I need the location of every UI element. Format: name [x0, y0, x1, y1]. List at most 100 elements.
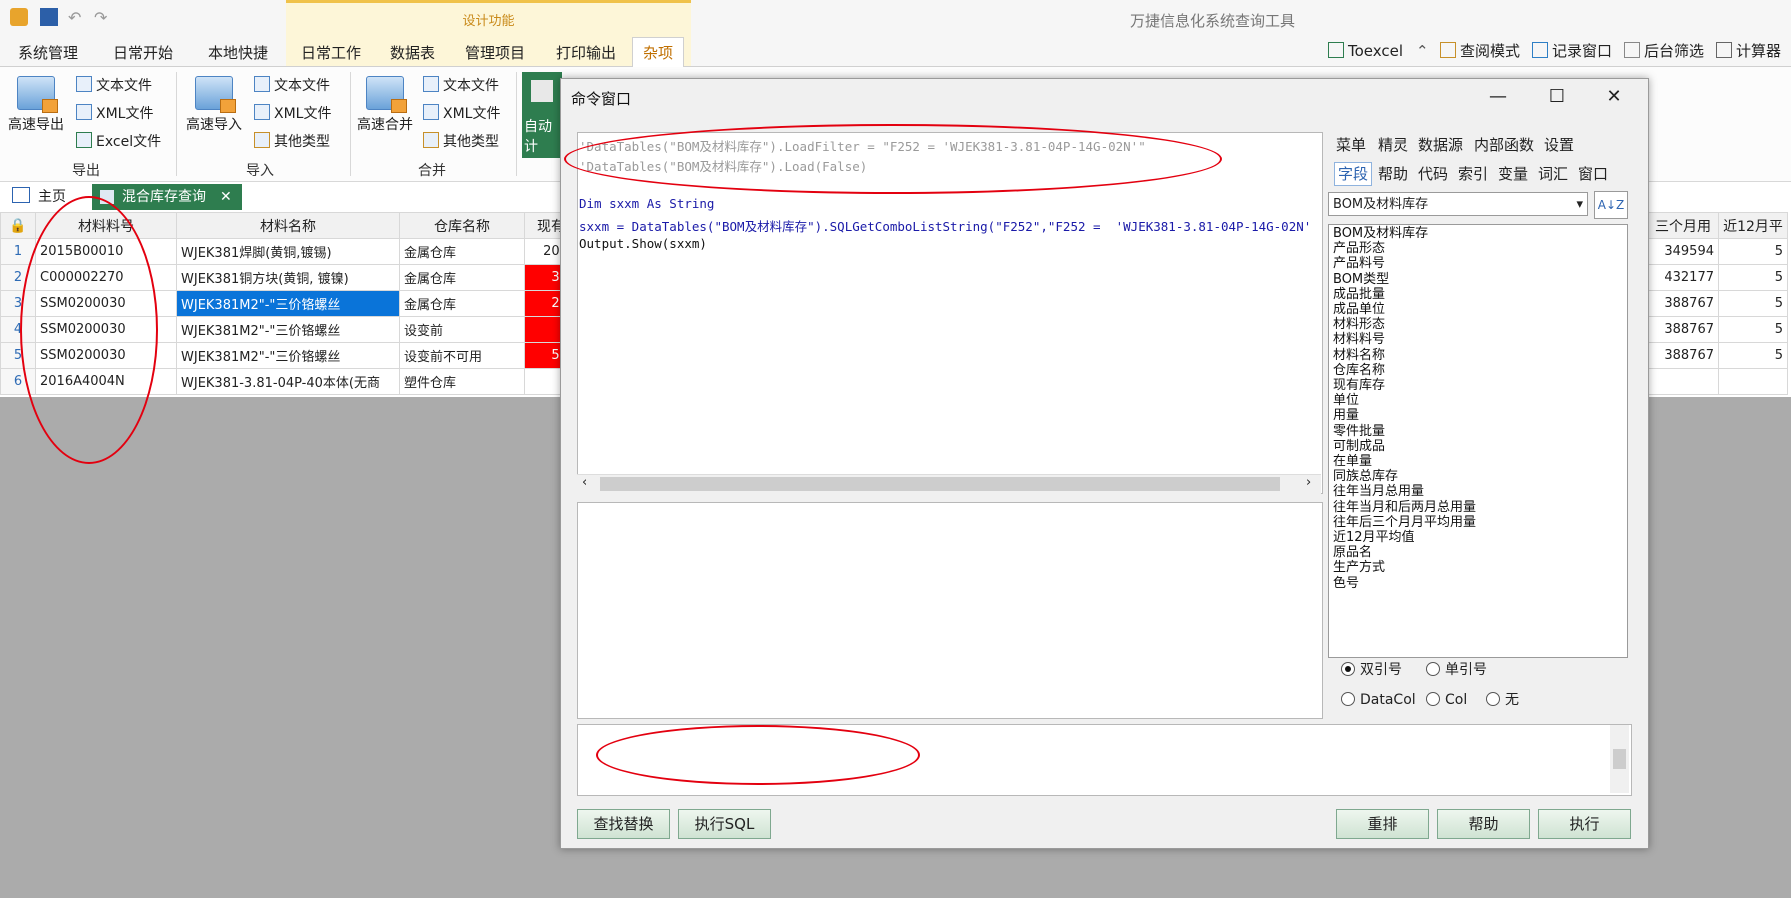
close-tab-icon[interactable]: ✕	[220, 189, 232, 205]
tab-local-shortcut[interactable]: 本地快捷	[208, 40, 268, 66]
field-list-item[interactable]: 在单量	[1333, 454, 1372, 469]
tab-daily-start[interactable]: 日常开始	[113, 40, 173, 66]
col-header-12m-avg[interactable]: 近12月平	[1718, 212, 1788, 239]
field-list-item[interactable]: 色号	[1333, 576, 1359, 591]
cell-12m-avg[interactable]: 5	[1718, 342, 1788, 369]
import-other-button[interactable]: 其他类型	[254, 131, 330, 153]
toexcel-button[interactable]: Toexcel	[1328, 38, 1403, 64]
table-row[interactable]: 432177 5	[1647, 264, 1788, 291]
scroll-left-icon[interactable]: ‹	[582, 475, 587, 490]
tab-print[interactable]: 打印输出	[556, 40, 616, 66]
radio-none[interactable]: 无	[1486, 690, 1519, 710]
tab-manage-project[interactable]: 管理项目	[465, 40, 525, 66]
merge-xml-button[interactable]: XML文件	[423, 103, 500, 125]
import-xml-button[interactable]: XML文件	[254, 103, 331, 125]
rearrange-button[interactable]: 重排	[1336, 809, 1429, 839]
cell-name[interactable]: WJEK381焊脚(黄铜,镀锡)	[176, 238, 400, 265]
field-list-item[interactable]: 材料形态	[1333, 317, 1385, 332]
chevron-down-icon[interactable]: ▾	[1576, 193, 1583, 217]
radio-single-quote[interactable]: 单引号	[1426, 660, 1487, 680]
cell-warehouse[interactable]: 塑件仓库	[399, 368, 525, 395]
sort-az-icon[interactable]: A↓Z	[1594, 191, 1628, 219]
panel-tab-index[interactable]: 索引	[1458, 163, 1488, 185]
row-lock-header[interactable]: 🔒	[0, 212, 36, 239]
col-header-three-month[interactable]: 三个月用	[1647, 212, 1719, 239]
radio-col[interactable]: Col	[1426, 690, 1467, 710]
panel-tab-datasource[interactable]: 数据源	[1418, 134, 1463, 156]
cell-warehouse[interactable]: 金属仓库	[399, 290, 525, 317]
panel-tab-settings[interactable]: 设置	[1544, 134, 1574, 156]
cell-three-month[interactable]: 388767	[1647, 290, 1719, 317]
import-text-button[interactable]: 文本文件	[254, 75, 330, 97]
cell-three-month[interactable]: 432177	[1647, 264, 1719, 291]
field-list-item[interactable]: BOM及材料库存	[1333, 226, 1428, 241]
maximize-icon[interactable]: ☐	[1539, 82, 1575, 112]
scroll-thumb[interactable]	[1613, 749, 1626, 769]
panel-tab-window[interactable]: 窗口	[1578, 163, 1608, 185]
execute-sql-button[interactable]: 执行SQL	[678, 809, 771, 839]
field-list-item[interactable]: 现有库存	[1333, 378, 1385, 393]
cell-name[interactable]: WJEK381M2"-"三价铬螺丝	[176, 316, 400, 343]
page-tab-home[interactable]: 主页	[12, 186, 66, 208]
field-list-item[interactable]: 近12月平均值	[1333, 530, 1415, 545]
field-list-item[interactable]: 往年当月总用量	[1333, 484, 1424, 499]
field-list-item[interactable]: 单位	[1333, 393, 1359, 408]
cell-three-month[interactable]	[1647, 368, 1719, 395]
table-row[interactable]	[1647, 368, 1788, 395]
field-list-item[interactable]: 可制成品	[1333, 439, 1385, 454]
panel-tab-menu[interactable]: 菜单	[1336, 134, 1366, 156]
panel-tab-code[interactable]: 代码	[1418, 163, 1448, 185]
cell-12m-avg[interactable]	[1718, 368, 1788, 395]
radio-double-quote[interactable]: 双引号	[1341, 660, 1402, 680]
export-xml-button[interactable]: XML文件	[76, 103, 153, 125]
panel-tab-functions[interactable]: 内部函数	[1474, 134, 1534, 156]
merge-text-button[interactable]: 文本文件	[423, 75, 499, 97]
export-text-button[interactable]: 文本文件	[76, 75, 152, 97]
panel-tab-fields[interactable]: 字段	[1334, 162, 1373, 186]
fast-export-button[interactable]: 高速导出	[6, 76, 66, 134]
field-list-item[interactable]: 成品批量	[1333, 287, 1385, 302]
view-mode-button[interactable]: 查阅模式	[1440, 38, 1520, 64]
redo-icon[interactable]: ↷	[94, 8, 112, 27]
panel-tab-variables[interactable]: 变量	[1498, 163, 1528, 185]
find-replace-button[interactable]: 查找替换	[577, 809, 670, 839]
table-row[interactable]: 349594 5	[1647, 238, 1788, 265]
cell-three-month[interactable]: 388767	[1647, 342, 1719, 369]
cell-warehouse[interactable]: 金属仓库	[399, 264, 525, 291]
bg-filter-button[interactable]: 后台筛选	[1624, 38, 1704, 64]
col-header-name[interactable]: 材料名称	[176, 212, 400, 239]
cell-12m-avg[interactable]: 5	[1718, 264, 1788, 291]
table-row[interactable]: 388767 5	[1647, 316, 1788, 343]
execute-button[interactable]: 执行	[1538, 809, 1631, 839]
auto-calc-button[interactable]: 自动计	[522, 72, 562, 158]
field-list-item[interactable]: 同族总库存	[1333, 469, 1398, 484]
editor-scroll-thumb[interactable]	[600, 477, 1280, 491]
field-list-item[interactable]: 产品料号	[1333, 256, 1385, 271]
panel-tab-help[interactable]: 帮助	[1378, 163, 1408, 185]
tab-misc[interactable]: 杂项	[632, 37, 685, 68]
command-vertical-scrollbar[interactable]	[1610, 725, 1629, 793]
field-list-item[interactable]: 仓库名称	[1333, 363, 1385, 378]
minimize-icon[interactable]: —	[1480, 82, 1516, 112]
col-header-warehouse[interactable]: 仓库名称	[399, 212, 525, 239]
fast-import-button[interactable]: 高速导入	[184, 76, 244, 134]
field-list-item[interactable]: 往年当月和后两月总用量	[1333, 500, 1476, 515]
table-row[interactable]: 388767 5	[1647, 342, 1788, 369]
field-list-item[interactable]: 产品形态	[1333, 241, 1385, 256]
cell-name-selected[interactable]: WJEK381M2"-"三价铬螺丝	[176, 290, 400, 317]
field-list-item[interactable]: 成品单位	[1333, 302, 1385, 317]
field-list-item[interactable]: 材料料号	[1333, 332, 1385, 347]
output-panel[interactable]	[577, 502, 1323, 719]
cell-warehouse[interactable]: 设变前	[399, 316, 525, 343]
field-list-item[interactable]: 往年后三个月月平均用量	[1333, 515, 1476, 530]
panel-tab-wizard[interactable]: 精灵	[1378, 134, 1408, 156]
panel-tab-vocabulary[interactable]: 词汇	[1538, 163, 1568, 185]
field-list-item[interactable]: 原品名	[1333, 545, 1372, 560]
table-select[interactable]: BOM及材料库存 ▾	[1328, 192, 1588, 216]
table-row[interactable]: 388767 5	[1647, 290, 1788, 317]
field-list-item[interactable]: 生产方式	[1333, 560, 1385, 575]
field-list-item[interactable]: 用量	[1333, 408, 1359, 423]
merge-other-button[interactable]: 其他类型	[423, 131, 499, 153]
cell-name[interactable]: WJEK381-3.81-04P-40本体(无商	[176, 368, 400, 395]
collapse-ribbon-icon[interactable]: ⌃	[1416, 38, 1429, 64]
